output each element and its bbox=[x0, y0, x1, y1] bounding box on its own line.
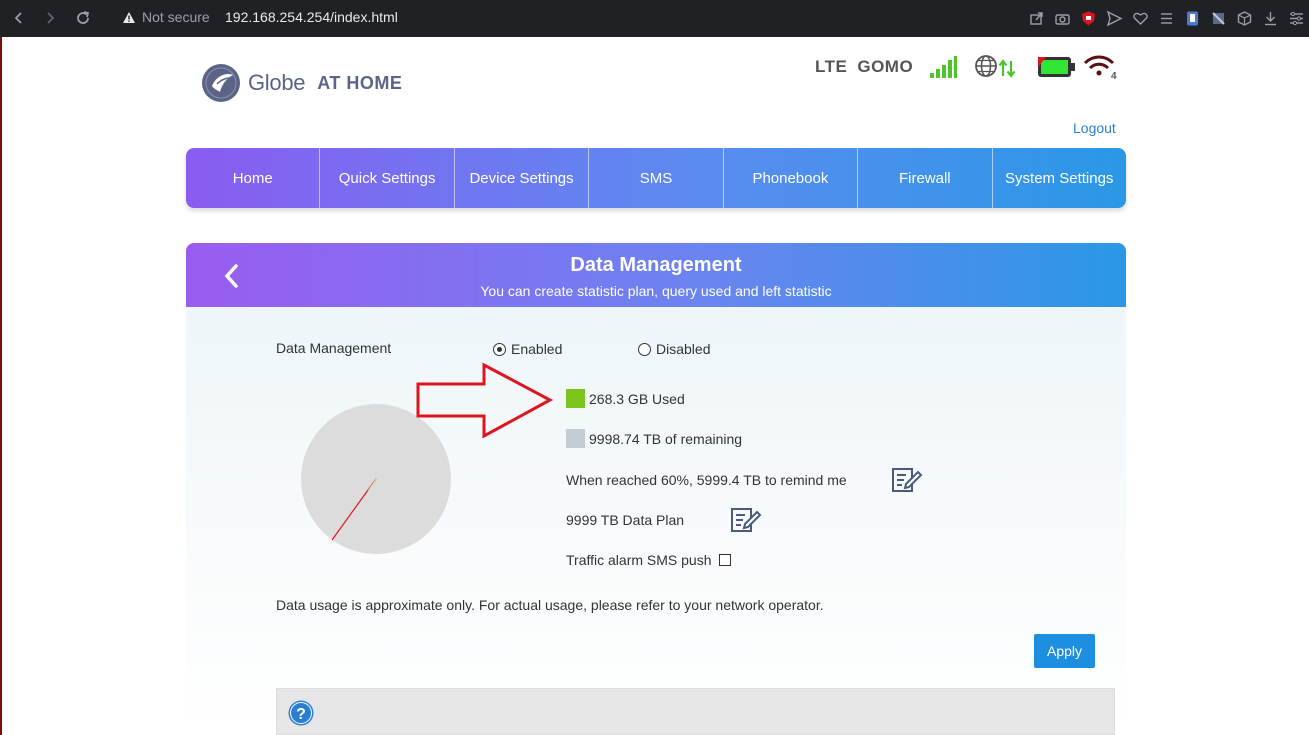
menu-item-system-settings[interactable]: System Settings bbox=[993, 148, 1126, 208]
address-bar-url[interactable]: 192.168.254.254/index.html bbox=[225, 9, 398, 25]
remaining-legend: 9998.74 TB of remaining bbox=[566, 429, 742, 448]
window-edge bbox=[0, 37, 2, 735]
security-label: Not secure bbox=[142, 9, 210, 25]
enabled-radio[interactable] bbox=[493, 342, 506, 356]
edit-remind-icon[interactable] bbox=[891, 466, 923, 494]
send-icon[interactable] bbox=[1101, 6, 1127, 30]
globe-logo-icon bbox=[202, 64, 240, 102]
apply-button[interactable]: Apply bbox=[1034, 634, 1095, 668]
wifi-client-count: 4 bbox=[1111, 71, 1117, 80]
disabled-label: Disabled bbox=[656, 341, 711, 357]
back-icon[interactable] bbox=[9, 8, 29, 28]
menu-item-sms[interactable]: SMS bbox=[589, 148, 724, 208]
page-subtitle: You can create statistic plan, query use… bbox=[480, 283, 832, 299]
internet-connected-icon bbox=[975, 55, 1016, 78]
remaining-swatch bbox=[566, 429, 585, 448]
remaining-text: 9998.74 TB of remaining bbox=[589, 430, 743, 447]
used-swatch bbox=[566, 389, 585, 408]
data-plan-text: 9999 TB Data Plan bbox=[566, 512, 685, 528]
page-title: Data Management bbox=[570, 254, 742, 276]
help-icon[interactable]: ? bbox=[288, 700, 314, 726]
heart-icon[interactable] bbox=[1127, 6, 1153, 30]
panel-header: Data Management You can create statistic… bbox=[186, 243, 1126, 307]
help-panel: ? bbox=[276, 688, 1115, 735]
edit-plan-icon[interactable] bbox=[730, 506, 762, 534]
red-arrow-annotation bbox=[416, 362, 554, 439]
main-menu: Home Quick Settings Device Settings SMS … bbox=[186, 148, 1126, 208]
wifi-icon: 4 bbox=[1084, 55, 1117, 80]
disabled-radio[interactable] bbox=[638, 342, 651, 356]
enabled-label: Enabled bbox=[511, 341, 563, 357]
cube-icon[interactable] bbox=[1231, 6, 1257, 30]
logo-text: Globe bbox=[248, 70, 306, 95]
used-legend: 268.3 GB Used bbox=[566, 389, 685, 408]
status-bar: LTE GOMO 4 bbox=[815, 52, 1117, 82]
remind-threshold-text: When reached 60%, 5999.4 TB to remind me bbox=[566, 472, 847, 488]
network-type: LTE bbox=[815, 57, 848, 76]
security-indicator[interactable]: Not secure bbox=[122, 9, 210, 25]
sms-push-row: Traffic alarm SMS push bbox=[566, 552, 732, 568]
operator-name: GOMO bbox=[857, 57, 914, 76]
sms-push-label: Traffic alarm SMS push bbox=[566, 552, 712, 568]
browser-extension-icons bbox=[1023, 6, 1309, 30]
camera-icon[interactable] bbox=[1049, 6, 1075, 30]
disabled-option[interactable]: Disabled bbox=[638, 341, 710, 357]
browser-toolbar: Not secure 192.168.254.254/index.html bbox=[0, 0, 1309, 37]
menu-item-firewall[interactable]: Firewall bbox=[858, 148, 993, 208]
warning-icon bbox=[123, 11, 135, 23]
logout-link[interactable]: Logout bbox=[1073, 120, 1116, 136]
menu-item-quick-settings[interactable]: Quick Settings bbox=[320, 148, 455, 208]
data-management-label: Data Management bbox=[276, 340, 392, 356]
shield-icon[interactable] bbox=[1075, 6, 1101, 30]
svg-text:?: ? bbox=[296, 706, 306, 723]
puzzle-icon[interactable] bbox=[1205, 6, 1231, 30]
share-icon[interactable] bbox=[1023, 6, 1049, 30]
download-icon[interactable] bbox=[1257, 6, 1283, 30]
battery-icon bbox=[1038, 57, 1076, 77]
logo-subtext: AT HOME bbox=[317, 72, 403, 93]
menu-item-home[interactable]: Home bbox=[186, 148, 321, 208]
sms-push-checkbox[interactable] bbox=[719, 554, 732, 566]
menu-list-icon[interactable] bbox=[1153, 6, 1179, 30]
forward-icon[interactable] bbox=[40, 8, 60, 28]
enabled-option[interactable]: Enabled bbox=[493, 341, 562, 357]
signal-strength-icon bbox=[930, 56, 958, 78]
menu-item-device-settings[interactable]: Device Settings bbox=[455, 148, 590, 208]
extension-icon[interactable] bbox=[1179, 6, 1205, 30]
globe-at-home-logo: Globe AT HOME bbox=[200, 62, 402, 104]
menu-item-phonebook[interactable]: Phonebook bbox=[724, 148, 859, 208]
usage-disclaimer: Data usage is approximate only. For actu… bbox=[276, 597, 824, 613]
settings-sliders-icon[interactable] bbox=[1283, 6, 1309, 30]
reload-icon[interactable] bbox=[73, 8, 93, 28]
used-text: 268.3 GB Used bbox=[589, 390, 685, 407]
